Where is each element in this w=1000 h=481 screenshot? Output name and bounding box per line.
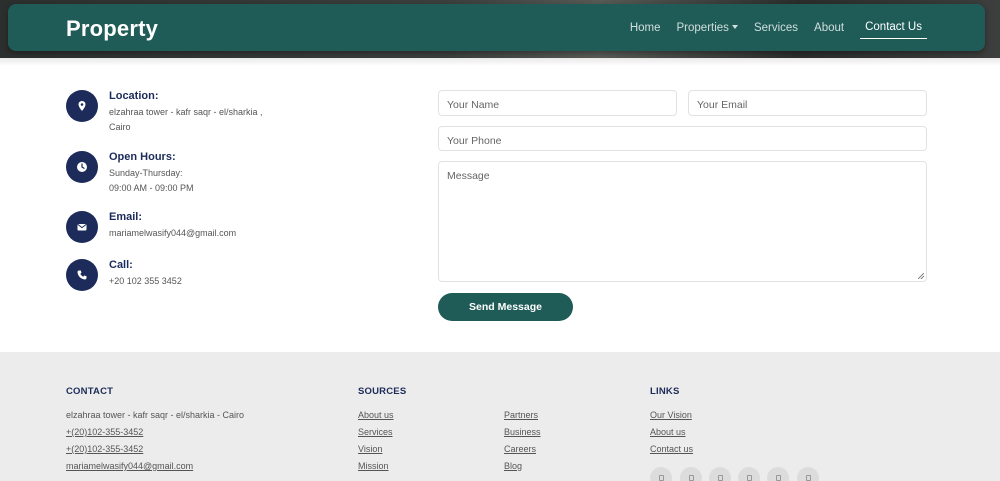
- social-glyph-icon: [805, 475, 811, 481]
- nav-link-home[interactable]: Home: [630, 18, 661, 38]
- social-glyph-icon: [775, 475, 781, 481]
- footer-link-about-us[interactable]: About us: [358, 410, 394, 420]
- message-placeholder: Message: [447, 170, 490, 182]
- footer-link-about-us-2[interactable]: About us: [650, 427, 686, 437]
- name-input[interactable]: Your Name: [438, 90, 677, 116]
- contact-info-hours: Open Hours: Sunday-Thursday: 09:00 AM - …: [66, 151, 194, 196]
- footer: CONTACT elzahraa tower - kafr saqr - el/…: [0, 352, 1000, 481]
- nav-links: Home Properties Services About Contact U…: [630, 4, 927, 51]
- social-glyph-icon: [658, 475, 664, 481]
- social-glyph-icon: [746, 475, 752, 481]
- nav-link-about[interactable]: About: [814, 18, 844, 38]
- call-title: Call:: [109, 259, 133, 271]
- footer-email-link[interactable]: mariamelwasify044@gmail.com: [66, 461, 193, 471]
- message-textarea[interactable]: Message: [438, 161, 927, 282]
- nav-link-properties[interactable]: Properties: [677, 18, 738, 38]
- email-input[interactable]: Your Email: [688, 90, 927, 116]
- contact-info-location: Location: elzahraa tower - kafr saqr - e…: [66, 90, 263, 135]
- footer-link-mission[interactable]: Mission: [358, 461, 389, 471]
- footer-link-contact-us[interactable]: Contact us: [650, 444, 693, 454]
- location-line-2: Cairo: [109, 122, 131, 132]
- footer-link-business[interactable]: Business: [504, 427, 541, 437]
- nav-link-services[interactable]: Services: [754, 18, 798, 38]
- social-icon-4[interactable]: [738, 467, 760, 481]
- social-icon-2[interactable]: [680, 467, 702, 481]
- social-glyph-icon: [717, 475, 723, 481]
- phone-input[interactable]: Your Phone: [438, 126, 927, 151]
- social-icon-3[interactable]: [709, 467, 731, 481]
- contact-info-email: Email: mariamelwasify044@gmail.com: [66, 211, 236, 243]
- footer-link-careers[interactable]: Careers: [504, 444, 536, 454]
- resize-handle-icon[interactable]: [918, 273, 924, 279]
- hours-line-1: Sunday-Thursday:: [109, 168, 183, 178]
- nav-link-properties-label: Properties: [676, 21, 729, 34]
- call-line: +20 102 355 3452: [109, 276, 182, 286]
- footer-link-our-vision[interactable]: Our Vision: [650, 410, 692, 420]
- social-icon-1[interactable]: [650, 467, 672, 481]
- clock-icon: [66, 151, 98, 183]
- email-title: Email:: [109, 211, 143, 223]
- send-message-button[interactable]: Send Message: [438, 293, 573, 321]
- hero-shadow: [0, 58, 1000, 66]
- footer-links-heading: LINKS: [650, 386, 680, 397]
- footer-address: elzahraa tower - kafr saqr - el/sharkia …: [66, 410, 245, 420]
- location-pin-icon: [66, 90, 98, 122]
- caret-down-icon: [731, 24, 738, 29]
- brand-logo[interactable]: Property: [66, 16, 158, 42]
- social-icon-5[interactable]: [767, 467, 789, 481]
- navbar: Property Home Properties Services About …: [8, 4, 985, 51]
- footer-sources-heading: SOURCES: [358, 386, 407, 397]
- footer-contact-heading: CONTACT: [66, 386, 114, 397]
- footer-link-services[interactable]: Services: [358, 427, 393, 437]
- contact-info-call: Call: +20 102 355 3452: [66, 259, 182, 291]
- social-icon-6[interactable]: [797, 467, 819, 481]
- location-line-1: elzahraa tower - kafr saqr - el/sharkia …: [109, 107, 263, 117]
- hours-line-2: 09:00 AM - 09:00 PM: [109, 183, 194, 193]
- social-glyph-icon: [688, 475, 694, 481]
- envelope-icon: [66, 211, 98, 243]
- footer-phone-link-1[interactable]: +(20)102-355-3452: [66, 427, 143, 437]
- footer-link-vision[interactable]: Vision: [358, 444, 382, 454]
- email-line: mariamelwasify044@gmail.com: [109, 228, 237, 238]
- hours-title: Open Hours:: [109, 151, 176, 163]
- location-title: Location:: [109, 90, 159, 102]
- footer-link-blog[interactable]: Blog: [504, 461, 522, 471]
- phone-icon: [66, 259, 98, 291]
- nav-link-contact-us[interactable]: Contact Us: [860, 17, 927, 39]
- footer-link-partners[interactable]: Partners: [504, 410, 538, 420]
- footer-phone-link-2[interactable]: +(20)102-355-3452: [66, 444, 143, 454]
